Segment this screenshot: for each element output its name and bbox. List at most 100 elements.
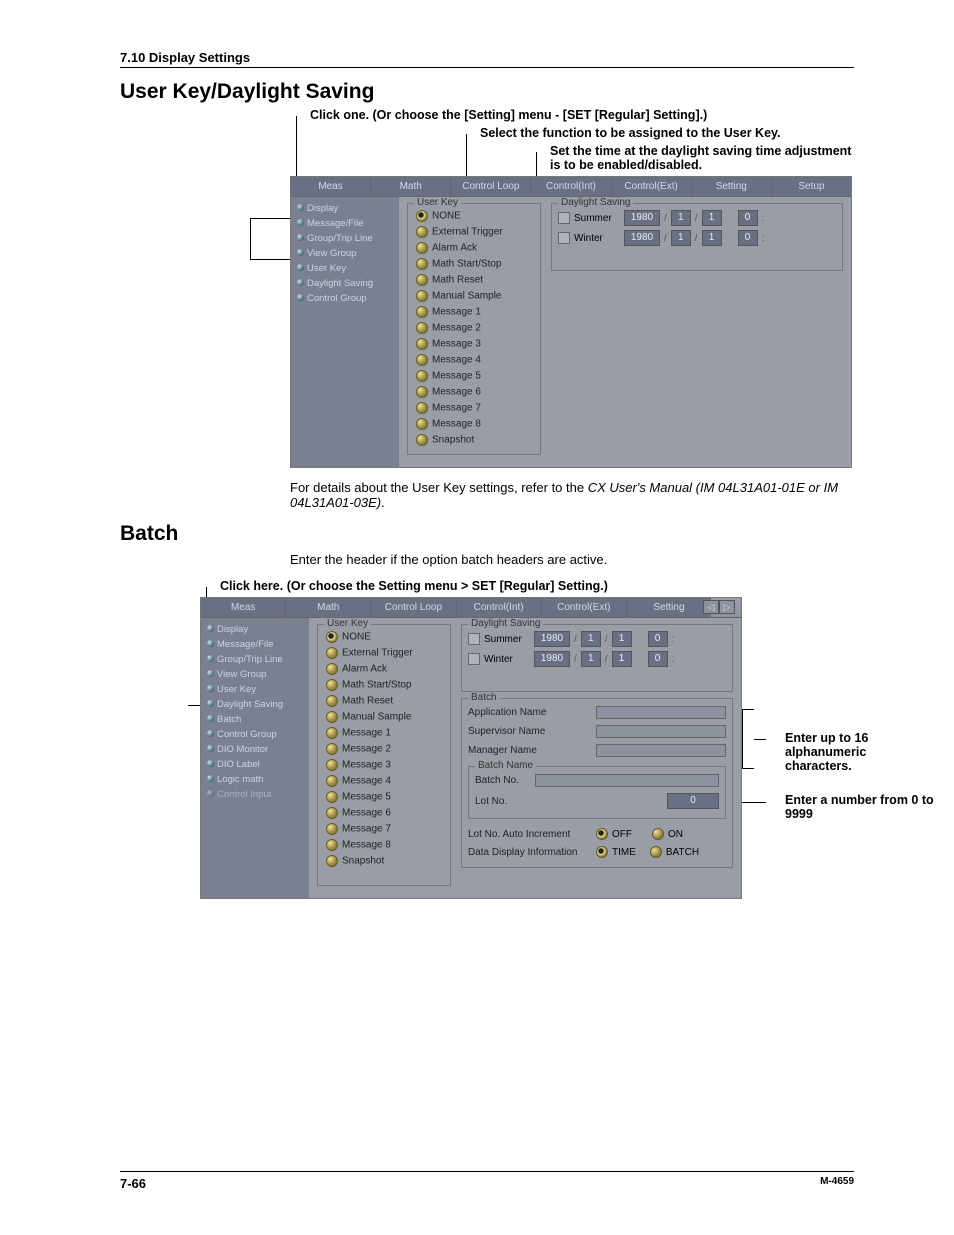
userkey-option[interactable]: Message 4 [324, 773, 444, 789]
ds-month[interactable]: 1 [581, 651, 601, 667]
userkey-option[interactable]: Message 7 [324, 821, 444, 837]
disp-batch-radio[interactable] [650, 846, 662, 858]
radio-icon[interactable] [326, 823, 338, 835]
sidebar-item-user-key[interactable]: User Key [297, 261, 395, 276]
userkey-option[interactable]: Message 4 [414, 352, 534, 368]
radio-icon[interactable] [326, 743, 338, 755]
tab2-meas[interactable]: Meas [201, 598, 286, 617]
radio-icon[interactable] [416, 242, 428, 254]
userkey-option[interactable]: Message 1 [414, 304, 534, 320]
radio-icon[interactable] [326, 791, 338, 803]
tab2-math[interactable]: Math [286, 598, 371, 617]
userkey-option[interactable]: Math Start/Stop [324, 677, 444, 693]
radio-icon[interactable] [326, 855, 338, 867]
userkey-option[interactable]: Alarm Ack [414, 240, 534, 256]
radio-icon[interactable] [416, 274, 428, 286]
userkey-option[interactable]: External Trigger [324, 645, 444, 661]
sidebar-item-view-group[interactable]: View Group [297, 246, 395, 261]
radio-icon[interactable] [326, 695, 338, 707]
tab-meas[interactable]: Meas [291, 177, 371, 196]
userkey-option[interactable]: Message 3 [414, 336, 534, 352]
radio-icon[interactable] [416, 306, 428, 318]
radio-icon[interactable] [326, 807, 338, 819]
userkey-option[interactable]: Manual Sample [324, 709, 444, 725]
userkey-option[interactable]: Message 2 [324, 741, 444, 757]
sidebar-item-display[interactable]: Display [297, 201, 395, 216]
radio-icon[interactable] [326, 759, 338, 771]
radio-icon[interactable] [416, 290, 428, 302]
ds-month[interactable]: 1 [671, 230, 691, 246]
tab-math[interactable]: Math [371, 177, 451, 196]
sidebar-item-control-group[interactable]: Control Group [297, 291, 395, 306]
s2-control-group[interactable]: Control Group [207, 727, 305, 742]
lot-no-input[interactable]: 0 [667, 793, 719, 809]
userkey-option[interactable]: Message 2 [414, 320, 534, 336]
ds-day[interactable]: 1 [612, 631, 632, 647]
radio-icon[interactable] [416, 338, 428, 350]
userkey-option[interactable]: Message 6 [324, 805, 444, 821]
s2-user-key[interactable]: User Key [207, 682, 305, 697]
s2-dio-monitor[interactable]: DIO Monitor [207, 742, 305, 757]
ds-hour[interactable]: 0 [648, 651, 668, 667]
tab-control-ext[interactable]: Control(Ext) [612, 177, 692, 196]
ds-day[interactable]: 1 [702, 230, 722, 246]
radio-icon[interactable] [416, 418, 428, 430]
ds-day[interactable]: 1 [612, 651, 632, 667]
radio-icon[interactable] [416, 402, 428, 414]
userkey-option[interactable]: Message 5 [324, 789, 444, 805]
mgr-name-input[interactable] [596, 744, 726, 757]
userkey-option[interactable]: Snapshot [414, 432, 534, 448]
s2-view-group[interactable]: View Group [207, 667, 305, 682]
auto-inc-on-radio[interactable] [652, 828, 664, 840]
radio-icon[interactable] [416, 258, 428, 270]
radio-icon[interactable] [326, 839, 338, 851]
userkey-option[interactable]: Message 5 [414, 368, 534, 384]
auto-inc-off-radio[interactable] [596, 828, 608, 840]
ds-year[interactable]: 1980 [534, 631, 570, 647]
userkey-option[interactable]: External Trigger [414, 224, 534, 240]
radio-icon[interactable] [326, 727, 338, 739]
radio-icon[interactable] [416, 434, 428, 446]
tab2-control-loop[interactable]: Control Loop [371, 598, 456, 617]
s2-display[interactable]: Display [207, 622, 305, 637]
userkey-option[interactable]: Message 8 [414, 416, 534, 432]
radio-icon[interactable] [326, 679, 338, 691]
tab-setting[interactable]: Setting [692, 177, 772, 196]
tab2-setting[interactable]: Setting [627, 598, 711, 617]
radio-icon[interactable] [416, 210, 428, 222]
tab-control-loop[interactable]: Control Loop [451, 177, 531, 196]
ds-hour[interactable]: 0 [648, 631, 668, 647]
userkey-option[interactable]: Manual Sample [414, 288, 534, 304]
s2-daylight[interactable]: Daylight Saving [207, 697, 305, 712]
radio-icon[interactable] [416, 322, 428, 334]
sup-name-input[interactable] [596, 725, 726, 738]
ds-checkbox[interactable] [558, 232, 570, 244]
ds-hour[interactable]: 0 [738, 210, 758, 226]
ds-month[interactable]: 1 [581, 631, 601, 647]
userkey-option[interactable]: Message 7 [414, 400, 534, 416]
batch-no-input[interactable] [535, 774, 719, 787]
sidebar-item-message-file[interactable]: Message/File [297, 216, 395, 231]
tab2-control-ext[interactable]: Control(Ext) [542, 598, 627, 617]
userkey-option[interactable]: Message 3 [324, 757, 444, 773]
userkey-option[interactable]: Alarm Ack [324, 661, 444, 677]
userkey-option[interactable]: Snapshot [324, 853, 444, 869]
radio-icon[interactable] [326, 663, 338, 675]
ds-year[interactable]: 1980 [624, 210, 660, 226]
ds-month[interactable]: 1 [671, 210, 691, 226]
s2-control-input[interactable]: Control Input [207, 787, 305, 802]
userkey-option[interactable]: Math Reset [324, 693, 444, 709]
userkey-option[interactable]: NONE [414, 208, 534, 224]
s2-batch[interactable]: Batch [207, 712, 305, 727]
s2-dio-label[interactable]: DIO Label [207, 757, 305, 772]
s2-group-trip[interactable]: Group/Trip Line [207, 652, 305, 667]
tab-control-int[interactable]: Control(Int) [531, 177, 611, 196]
nav-prev-button[interactable]: ◁ [703, 600, 719, 614]
radio-icon[interactable] [326, 711, 338, 723]
ds-day[interactable]: 1 [702, 210, 722, 226]
radio-icon[interactable] [326, 775, 338, 787]
ds-year[interactable]: 1980 [624, 230, 660, 246]
radio-icon[interactable] [326, 647, 338, 659]
radio-icon[interactable] [326, 631, 338, 643]
userkey-option[interactable]: Message 6 [414, 384, 534, 400]
